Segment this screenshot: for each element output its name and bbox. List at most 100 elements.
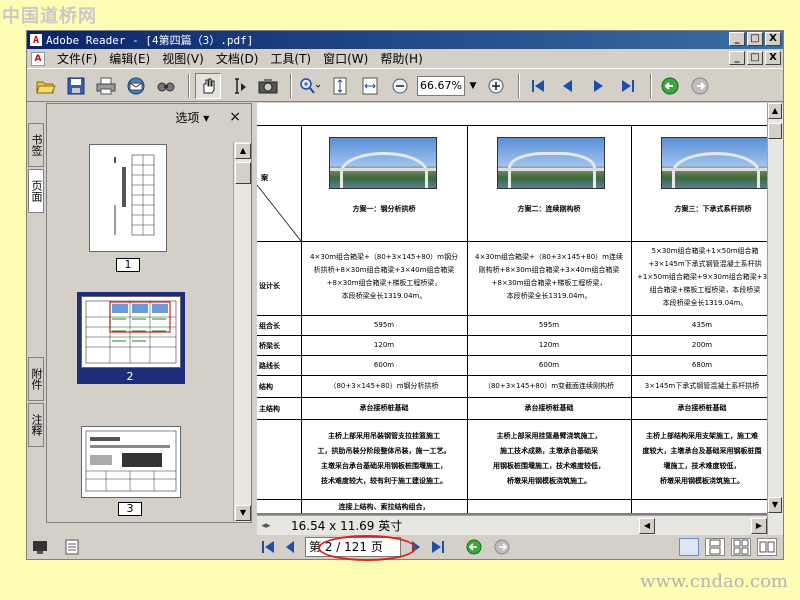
hand-icon[interactable] [195, 72, 221, 99]
thumbnail-label: 2 [118, 370, 142, 384]
search-icon[interactable] [153, 73, 179, 99]
scroll-up-icon[interactable]: ▲ [235, 143, 251, 159]
table-line [257, 397, 769, 398]
document-scrollbar[interactable]: ▲ ▼ [767, 103, 783, 535]
horizontal-scroll-track[interactable] [655, 517, 751, 534]
scroll-up-icon[interactable]: ▲ [768, 103, 782, 119]
doc-close-button[interactable]: X [765, 51, 781, 65]
table-line [257, 499, 769, 500]
scheme-caption: 方案三：下承式系杆拱桥 [674, 205, 752, 213]
scheme-description: 4×30m组合箱梁+（80+3×145+80）m连续 刚构桥+8×30m组合箱梁+… [475, 253, 623, 300]
window-title: Adobe Reader - [4第四篇（3）.pdf] [46, 34, 254, 47]
panel-scrollbar[interactable]: ▲ ▼ [233, 142, 251, 522]
bridge-length-cell: 595m [538, 321, 560, 329]
next-page-icon[interactable] [585, 73, 611, 99]
first-page-icon[interactable] [525, 73, 551, 99]
page-size-label: 16.54 x 11.69 英寸 [291, 519, 403, 533]
menu-file[interactable]: 文件(F) [51, 50, 103, 67]
bridge-photo-3 [661, 137, 769, 189]
email-icon[interactable] [123, 73, 149, 99]
foundation-cell: 承台接桥桩基础 [677, 404, 727, 412]
close-button[interactable]: X [765, 32, 781, 46]
zoom-dropdown-icon[interactable]: ▼ [467, 73, 479, 99]
split-handle-icon[interactable]: ◂▸ [257, 517, 275, 535]
actual-size-icon[interactable] [327, 73, 353, 99]
last-page-icon[interactable] [427, 537, 449, 557]
options-menu[interactable]: 选项 ▾ [175, 109, 209, 126]
title-bar[interactable]: A Adobe Reader - [4第四篇（3）.pdf] _ □ X [27, 31, 783, 49]
monitor-icon[interactable] [31, 539, 49, 555]
scroll-down-icon[interactable]: ▼ [768, 497, 782, 513]
header-cell: 案 [261, 174, 268, 182]
structure-cell: 3×145m下承式钢管混凝土系杆拱桥 [644, 382, 760, 390]
row-label: 组合长 [259, 322, 280, 330]
menu-bar: A 文件(F) 编辑(E) 视图(V) 文档(D) 工具(T) 窗口(W) 帮助… [27, 49, 783, 69]
zoom-plus-icon[interactable] [483, 73, 509, 99]
prev-page-icon[interactable] [555, 73, 581, 99]
menu-edit[interactable]: 编辑(E) [103, 50, 156, 67]
menu-tools[interactable]: 工具(T) [264, 50, 317, 67]
scheme-caption: 方案一：钢分析拱桥 [352, 205, 416, 213]
scroll-left-icon[interactable]: ◀ [639, 517, 655, 534]
open-icon[interactable] [33, 73, 59, 99]
toolbar-separator [518, 73, 520, 98]
tab-pages[interactable]: 页面 [28, 169, 44, 213]
document-icon[interactable]: A [31, 51, 45, 66]
save-icon[interactable] [63, 73, 89, 99]
bridge-photo-2 [497, 137, 605, 189]
construction-notes: 主桥上部采用挂篮悬臂浇筑施工， 施工技术成熟，主墩承台基础采 用钢板桩围堰施工，技术… [493, 432, 605, 485]
continuous-view-icon[interactable] [705, 538, 725, 556]
panel-scroll-thumb[interactable] [235, 162, 251, 184]
document-page: 案 设计长 组合长 桥梁长 路线长 结构 主结构 方案一：钢分析拱桥 4×30m… [257, 103, 769, 513]
go-back-icon[interactable] [463, 537, 485, 557]
table-line [257, 125, 769, 126]
first-page-icon[interactable] [257, 537, 279, 557]
toolbar-separator [650, 73, 652, 98]
menu-window[interactable]: 窗口(W) [317, 50, 374, 67]
scroll-right-icon[interactable]: ▶ [751, 517, 767, 534]
tab-comments[interactable]: 注释 [28, 403, 44, 447]
maximize-button[interactable]: □ [747, 32, 763, 46]
navigation-tabs: 书签 页面 附件 注释 [27, 103, 45, 523]
select-text-icon[interactable] [225, 73, 251, 99]
menu-help[interactable]: 帮助(H) [374, 50, 428, 67]
last-page-icon[interactable] [615, 73, 641, 99]
go-forward-icon[interactable] [491, 537, 513, 557]
scheme-description: 5×30m组合箱梁+1×50m组合箱 +3×145m下承式钢管混凝土系杆拱 +1×5… [636, 247, 769, 307]
zoom-out-icon[interactable] [387, 73, 413, 99]
menu-view[interactable]: 视图(V) [156, 50, 210, 67]
doc-minimize-button[interactable]: _ [729, 51, 745, 65]
bridge-length-cell: 595m [373, 321, 395, 329]
go-forward-icon[interactable] [687, 73, 713, 99]
print-icon[interactable] [93, 73, 119, 99]
bridge-length-cell: 200m [691, 341, 713, 349]
snapshot-icon[interactable] [255, 73, 281, 99]
document-scroll-thumb[interactable] [768, 123, 782, 139]
foundation-cell: 承台接桥桩基础 [524, 404, 574, 412]
single-page-view-icon[interactable] [679, 538, 699, 556]
page-layout-icon[interactable] [63, 539, 81, 555]
go-back-icon[interactable] [657, 73, 683, 99]
table-line [257, 355, 769, 356]
bridge-length-cell: 435m [691, 321, 713, 329]
tab-bookmarks[interactable]: 书签 [28, 123, 44, 167]
panel-close-icon[interactable]: × [229, 109, 241, 125]
continuous-facing-view-icon[interactable] [757, 538, 777, 556]
zoom-input[interactable]: 66.67% [417, 75, 465, 96]
thumbnail-page-1[interactable] [89, 144, 167, 252]
facing-view-icon[interactable] [731, 538, 751, 556]
scroll-down-icon[interactable]: ▼ [235, 505, 251, 521]
thumbnail-page-2[interactable] [81, 296, 181, 368]
thumbnail-page-3[interactable] [81, 426, 181, 498]
minimize-button[interactable]: _ [729, 32, 745, 46]
thumbnail-list: 1 2 3 [47, 132, 233, 522]
menu-document[interactable]: 文档(D) [210, 50, 265, 67]
row-label: 设计长 [259, 282, 280, 290]
doc-restore-button[interactable]: □ [747, 51, 763, 65]
document-view[interactable]: 案 设计长 组合长 桥梁长 路线长 结构 主结构 方案一：钢分析拱桥 4×30m… [257, 103, 783, 535]
table-line [257, 419, 769, 420]
prev-page-icon[interactable] [279, 537, 301, 557]
tab-attachments[interactable]: 附件 [28, 357, 44, 401]
fit-width-icon[interactable] [357, 73, 383, 99]
zoom-in-icon[interactable] [297, 73, 323, 99]
